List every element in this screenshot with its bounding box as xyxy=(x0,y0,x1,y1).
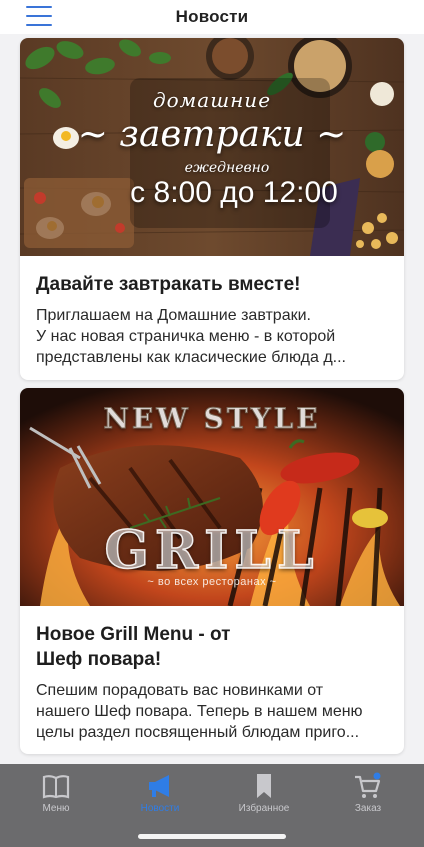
news-card-grill[interactable]: NEW STYLE GRILL ~ во всех ресторанах ~ Н… xyxy=(20,388,404,754)
tab-label: Заказ xyxy=(354,803,382,814)
card-title-line: Шеф повара! xyxy=(36,649,162,670)
description-line: представлены как класические блюда д... xyxy=(36,349,346,366)
news-feed[interactable]: домашние ~ завтраки ~ ежедневно с 8:00 д… xyxy=(0,34,424,764)
megaphone-icon xyxy=(149,775,169,797)
tab-news[interactable]: Новости xyxy=(120,772,200,820)
tab-label: Меню xyxy=(42,803,70,814)
breakfast-banner-text: домашние ~ завтраки ~ ежедневно с 8:00 д… xyxy=(20,38,404,256)
tab-order[interactable]: Заказ xyxy=(328,772,408,820)
hamburger-menu-icon[interactable] xyxy=(26,6,52,26)
bookmark-icon xyxy=(257,774,271,798)
description-line: Приглашаем на Домашние завтраки. xyxy=(36,307,311,324)
card-title: Давайте завтракать вместе! xyxy=(36,274,301,295)
card-title: Новое Grill Menu - от Шеф повара! xyxy=(36,622,388,672)
description-line: целы раздел посвященный блюдам приго... xyxy=(36,724,360,741)
card-description: Спешим порадовать вас новинками от нашег… xyxy=(36,680,388,743)
banner-line-3: ежедневно xyxy=(184,160,270,176)
breakfast-banner-image: домашние ~ завтраки ~ ежедневно с 8:00 д… xyxy=(20,38,404,256)
book-icon xyxy=(42,775,70,799)
tab-favorites[interactable]: Избранное xyxy=(224,772,304,820)
grill-banner-image: NEW STYLE GRILL ~ во всех ресторанах ~ xyxy=(20,388,404,606)
header-bar: Новости xyxy=(0,0,424,34)
banner-subtitle: ~ во всех ресторанах ~ xyxy=(147,576,277,588)
description-line: Спешим порадовать вас новинками от xyxy=(36,682,324,699)
description-line: нашего Шеф повара. Теперь в нашем меню xyxy=(36,703,363,720)
tab-label: Новости xyxy=(140,803,180,814)
card-title-line: Новое Grill Menu - от xyxy=(36,624,231,645)
banner-line-1: домашние xyxy=(152,88,272,112)
tab-menu[interactable]: Меню xyxy=(16,772,96,820)
cart-badge-dot xyxy=(373,772,381,780)
description-line: У нас новая страничка меню - в которой xyxy=(36,328,336,345)
card-content: Новое Grill Menu - от Шеф повара! Спешим… xyxy=(20,606,404,743)
page-title: Новости xyxy=(175,7,249,26)
banner-grill: GRILL xyxy=(104,519,320,582)
grill-banner-text: NEW STYLE GRILL ~ во всех ресторанах ~ xyxy=(20,388,404,606)
card-content: Давайте завтракать вместе! Приглашаем на… xyxy=(20,256,404,368)
banner-new-style: NEW STYLE xyxy=(103,402,321,436)
news-card-breakfast[interactable]: домашние ~ завтраки ~ ежедневно с 8:00 д… xyxy=(20,38,404,380)
home-indicator xyxy=(138,834,286,839)
banner-line-4: с 8:00 до 12:00 xyxy=(130,176,338,209)
tab-label: Избранное xyxy=(238,803,290,814)
cart-icon xyxy=(355,772,381,798)
card-description: Приглашаем на Домашние завтраки. У нас н… xyxy=(36,305,388,368)
banner-line-2: ~ завтраки ~ xyxy=(77,114,347,155)
